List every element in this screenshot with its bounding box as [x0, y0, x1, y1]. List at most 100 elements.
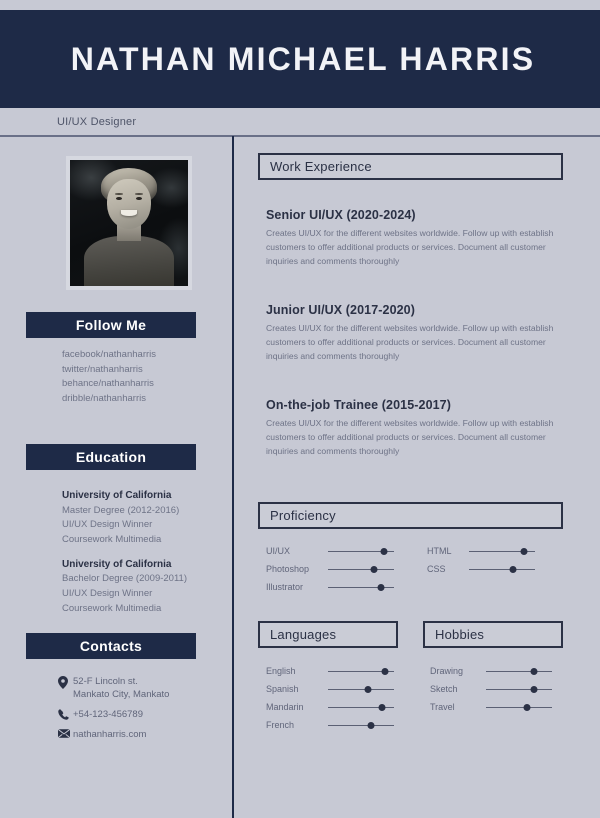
education-school: University of California: [62, 490, 172, 501]
address-line-2: Mankato City, Mankato: [73, 689, 170, 701]
skill-row-sketch: Sketch: [430, 682, 552, 696]
section-header-work-experience: Work Experience: [258, 153, 563, 180]
social-link[interactable]: behance/nathanharris: [62, 377, 227, 392]
slider-track: [328, 568, 394, 570]
slider-track: [486, 688, 552, 690]
skill-slider[interactable]: [328, 564, 394, 574]
skill-row-english: English: [266, 664, 394, 678]
skill-label: Spanish: [266, 684, 299, 694]
skill-label: English: [266, 666, 296, 676]
slider-thumb[interactable]: [377, 583, 385, 591]
page-title: NATHAN MICHAEL HARRIS: [70, 40, 536, 77]
photo-eye-right: [136, 196, 142, 200]
skill-slider[interactable]: [469, 546, 535, 556]
education-line: Coursework Multimedia: [62, 602, 162, 614]
contact-email-text[interactable]: nathanharris.com: [73, 728, 146, 741]
section-header-proficiency: Proficiency: [258, 502, 563, 529]
slider-thumb[interactable]: [364, 685, 372, 693]
skill-slider[interactable]: [328, 546, 394, 556]
slider-thumb[interactable]: [370, 565, 378, 573]
section-header-education: Education: [26, 444, 196, 470]
education-entry: University of California Bachelor Degree…: [62, 557, 227, 617]
follow-me-links: facebook/nathanharris twitter/nathanharr…: [62, 348, 227, 407]
skill-slider[interactable]: [328, 582, 394, 592]
slider-thumb[interactable]: [381, 667, 389, 675]
slider-thumb[interactable]: [509, 565, 517, 573]
slider-thumb[interactable]: [380, 547, 388, 555]
slider-thumb[interactable]: [367, 721, 375, 729]
job-title: On-the-job Trainee (2015-2017): [266, 398, 452, 412]
education-line: Master Degree (2012-2016): [62, 504, 180, 516]
education-entry: University of California Master Degree (…: [62, 488, 227, 548]
skill-slider[interactable]: [469, 564, 535, 574]
slider-thumb[interactable]: [523, 703, 531, 711]
skill-row-drawing: Drawing: [430, 664, 552, 678]
contact-address-text: 52-F Lincoln st. Mankato City, Mankato: [73, 675, 169, 701]
photo-torso: [84, 235, 174, 286]
social-link[interactable]: twitter/nathanharris: [62, 363, 227, 378]
job-title-text: UI/UX Designer: [57, 115, 137, 128]
social-link[interactable]: facebook/nathanharris: [62, 348, 227, 363]
education-list: University of California Master Degree (…: [62, 488, 227, 625]
job-title-bar: UI/UX Designer: [0, 108, 600, 135]
skill-row-spanish: Spanish: [266, 682, 394, 696]
sidebar: Follow Me facebook/nathanharris twitter/…: [0, 140, 232, 818]
slider-thumb[interactable]: [520, 547, 528, 555]
section-header-hobbies: Hobbies: [423, 621, 563, 648]
education-line: Bachelor Degree (2009-2011): [62, 573, 187, 585]
skill-label: HTML: [427, 546, 452, 556]
skill-row-travel: Travel: [430, 700, 552, 714]
location-pin-icon: [58, 675, 73, 689]
slider-thumb[interactable]: [530, 667, 538, 675]
photo-brow-right: [134, 192, 144, 195]
job-description: Creates UI/UX for the different websites…: [266, 228, 554, 266]
social-link[interactable]: dribble/nathanharris: [62, 392, 227, 407]
slider-track: [328, 688, 394, 690]
contact-phone-text: +54-123-456789: [73, 709, 143, 721]
education-line: Coursework Multimedia: [62, 533, 162, 545]
skill-slider[interactable]: [328, 684, 394, 694]
skill-slider[interactable]: [328, 702, 394, 712]
header-banner: NATHAN MICHAEL HARRIS: [0, 10, 600, 108]
skill-slider[interactable]: [486, 666, 552, 676]
slider-track: [486, 670, 552, 672]
skill-slider[interactable]: [486, 702, 552, 712]
main-content: Work Experience Senior UI/UX (2020-2024)…: [234, 140, 600, 818]
photo-eye-left: [116, 196, 122, 200]
skill-row-css: CSS: [427, 562, 535, 576]
contacts-list: 52-F Lincoln st. Mankato City, Mankato +…: [58, 675, 223, 748]
skill-label: CSS: [427, 564, 446, 574]
education-line: UI/UX Design Winner: [62, 587, 153, 599]
contact-email: nathanharris.com: [58, 728, 223, 741]
skill-label: Travel: [430, 702, 455, 712]
skill-row-french: French: [266, 718, 394, 732]
skill-row-html: HTML: [427, 544, 535, 558]
skill-row-illustrator: Illustrator: [266, 580, 394, 594]
work-experience-item: Junior UI/UX (2017-2020) Creates UI/UX f…: [266, 303, 566, 364]
skill-label: UI/UX: [266, 546, 291, 556]
skill-slider[interactable]: [486, 684, 552, 694]
contact-address: 52-F Lincoln st. Mankato City, Mankato: [58, 675, 223, 701]
phone-icon: [58, 708, 73, 720]
education-school: University of California: [62, 558, 172, 570]
skill-row-uiux: UI/UX: [266, 544, 394, 558]
skill-slider[interactable]: [328, 720, 394, 730]
header-divider: [0, 135, 600, 137]
avatar: [66, 156, 192, 290]
skill-label: Sketch: [430, 684, 458, 694]
slider-thumb[interactable]: [530, 685, 538, 693]
work-experience-item: Senior UI/UX (2020-2024) Creates UI/UX f…: [266, 208, 566, 269]
skill-label: Illustrator: [266, 582, 304, 592]
job-title: Junior UI/UX (2017-2020): [266, 303, 415, 317]
job-title: Senior UI/UX (2020-2024): [266, 208, 416, 222]
skill-row-mandarin: Mandarin: [266, 700, 394, 714]
slider-track: [469, 568, 535, 570]
profile-photo: [70, 160, 188, 286]
photo-brow-left: [114, 192, 124, 195]
skill-label: Photoshop: [266, 564, 310, 574]
resume-page: NATHAN MICHAEL HARRIS UI/UX Designer Fol…: [0, 0, 600, 818]
slider-thumb[interactable]: [378, 703, 386, 711]
skill-label: French: [266, 720, 295, 730]
section-header-languages: Languages: [258, 621, 398, 648]
skill-slider[interactable]: [328, 666, 394, 676]
